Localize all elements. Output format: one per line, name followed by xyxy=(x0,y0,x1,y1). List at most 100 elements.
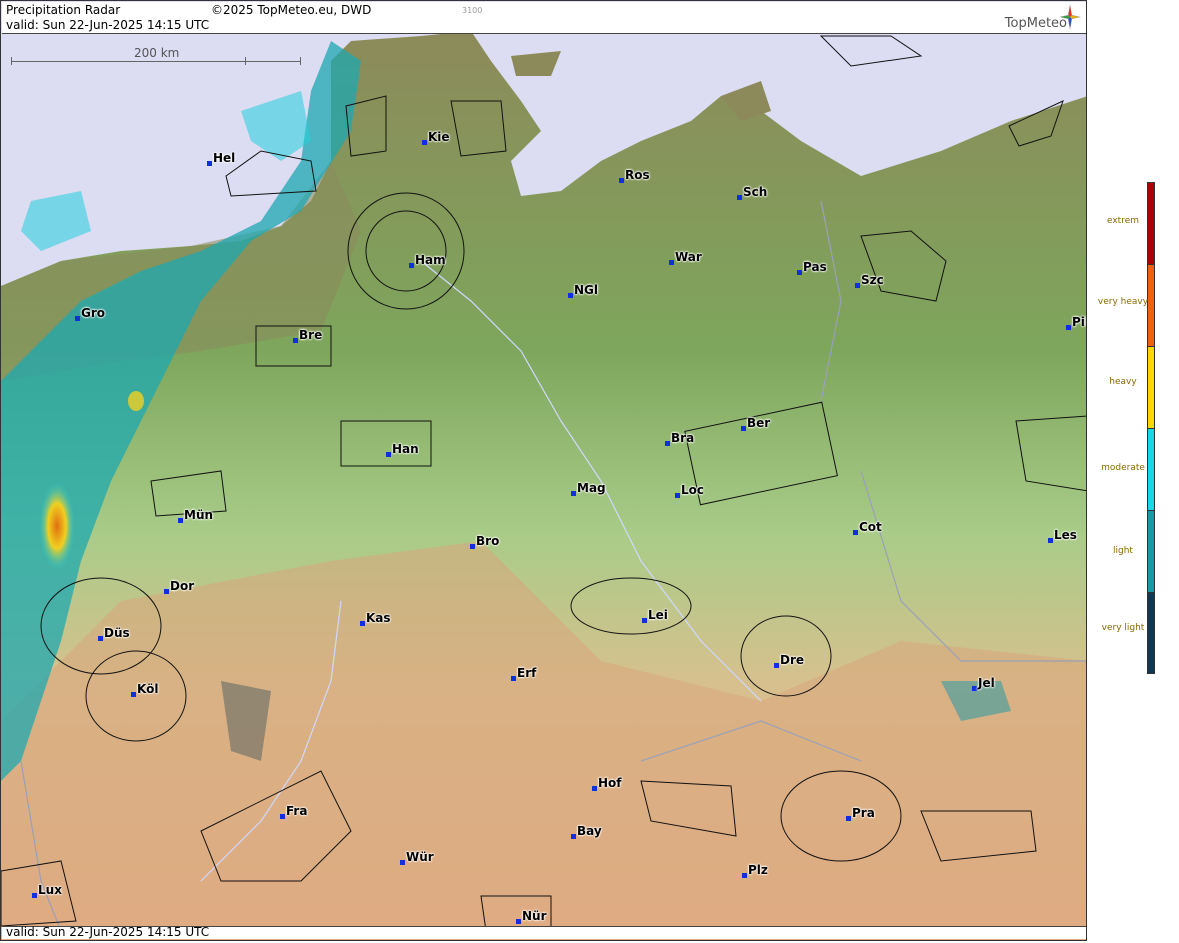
city-dot xyxy=(675,493,680,498)
city-label: Lei xyxy=(648,608,668,622)
city-dot xyxy=(741,426,746,431)
city-dot xyxy=(571,491,576,496)
city-dot xyxy=(642,618,647,623)
legend-color-bar xyxy=(1147,182,1155,674)
valid-time-top: valid: Sun 22-Jun-2025 14:15 UTC xyxy=(6,18,210,32)
legend-swatch-very-light xyxy=(1147,592,1155,674)
header-bar: Precipitation Radar ©2025 TopMeteo.eu, D… xyxy=(2,2,1086,34)
legend-label-extrem: extrem xyxy=(1106,216,1140,226)
city-label: Bra xyxy=(671,431,695,445)
city-label: Lux xyxy=(38,883,62,897)
city-label: Sch xyxy=(743,185,768,199)
city-dot xyxy=(400,860,405,865)
city-label: Bay xyxy=(577,824,602,838)
city-label: Mün xyxy=(184,508,214,522)
city-dot xyxy=(409,263,414,268)
radar-map-frame[interactable]: Precipitation Radar ©2025 TopMeteo.eu, D… xyxy=(0,0,1087,941)
city-dot xyxy=(293,338,298,343)
scale-label: 200 km xyxy=(134,46,180,60)
city-dot xyxy=(98,636,103,641)
city-label: NGl xyxy=(574,283,599,297)
product-code: 3100 xyxy=(462,6,483,15)
city-dot xyxy=(742,873,747,878)
scale-bar: 200 km xyxy=(11,46,303,65)
footer-bar: valid: Sun 22-Jun-2025 14:15 UTC xyxy=(2,925,1086,939)
city-dot xyxy=(1048,538,1053,543)
city-label: Dre xyxy=(780,653,805,667)
city-label: Kie xyxy=(428,130,450,144)
map-title: Precipitation Radar xyxy=(6,3,121,17)
city-dot xyxy=(516,919,521,924)
city-dot xyxy=(846,816,851,821)
city-label: Pas xyxy=(803,260,827,274)
city-label: Bro xyxy=(476,534,500,548)
city-label: Jel xyxy=(978,676,995,690)
city-label: Nür xyxy=(522,909,547,923)
city-label: Plz xyxy=(748,863,768,877)
city-label: Mag xyxy=(577,481,606,495)
city-dot xyxy=(1066,325,1071,330)
city-label: War xyxy=(675,250,702,264)
city-label: Fra xyxy=(286,804,308,818)
city-dot xyxy=(280,814,285,819)
city-dot xyxy=(422,140,427,145)
city-label: Kas xyxy=(366,611,391,625)
city-dot xyxy=(164,589,169,594)
radar-map[interactable] xyxy=(1,1,1087,941)
city-dot xyxy=(571,834,576,839)
city-label: Erf xyxy=(517,666,537,680)
city-label: Bre xyxy=(299,328,323,342)
city-dot xyxy=(669,260,674,265)
rain-core xyxy=(128,391,144,411)
copyright-text: ©2025 TopMeteo.eu, DWD xyxy=(211,3,372,17)
city-label: Szc xyxy=(861,273,884,287)
topmeteo-logo-text: TopMeteo xyxy=(1004,16,1067,31)
city-dot xyxy=(75,316,80,321)
city-label: Düs xyxy=(104,626,130,640)
city-label: Wür xyxy=(406,850,434,864)
city-label: Ber xyxy=(747,416,771,430)
city-label: Gro xyxy=(81,306,106,320)
city-dot xyxy=(131,692,136,697)
city-label: Ros xyxy=(625,168,650,182)
city-label: Pra xyxy=(852,806,875,820)
city-label: Köl xyxy=(137,682,159,696)
city-dot xyxy=(178,518,183,523)
city-dot xyxy=(774,663,779,668)
city-dot xyxy=(470,544,475,549)
city-dot xyxy=(592,786,597,791)
city-dot xyxy=(853,530,858,535)
city-dot xyxy=(737,195,742,200)
rain-core xyxy=(39,481,75,571)
city-dot xyxy=(797,270,802,275)
scale-tick xyxy=(300,57,301,65)
city-label: Ham xyxy=(415,253,446,267)
city-dot xyxy=(855,283,860,288)
scale-line xyxy=(11,61,301,62)
scale-tick xyxy=(11,57,12,65)
city-label: Hel xyxy=(213,151,236,165)
city-dot xyxy=(619,178,624,183)
city-dot xyxy=(386,452,391,457)
legend-label-heavy: heavy xyxy=(1109,377,1137,387)
city-dot xyxy=(665,441,670,446)
legend-label-very-light: very light xyxy=(1101,623,1145,633)
valid-time-bottom: valid: Sun 22-Jun-2025 14:15 UTC xyxy=(6,925,210,939)
city-label: Cot xyxy=(859,520,882,534)
city-label: Dor xyxy=(170,579,195,593)
city-dot xyxy=(568,293,573,298)
city-label: Pil xyxy=(1072,315,1086,329)
legend-label-very-heavy: very heavy xyxy=(1097,297,1149,307)
city-dot xyxy=(207,161,212,166)
city-dot xyxy=(360,621,365,626)
city-label: Hof xyxy=(598,776,622,790)
scale-tick xyxy=(245,57,246,65)
city-dot xyxy=(32,893,37,898)
city-label: Han xyxy=(392,442,419,456)
legend-label-moderate: moderate xyxy=(1101,463,1145,473)
city-dot xyxy=(511,676,516,681)
legend-swatch-heavy xyxy=(1147,346,1155,429)
city-label: Loc xyxy=(681,483,705,497)
legend-panel: extrem very heavy heavy moderate light v… xyxy=(1088,0,1179,943)
legend-label-light: light xyxy=(1113,546,1133,556)
